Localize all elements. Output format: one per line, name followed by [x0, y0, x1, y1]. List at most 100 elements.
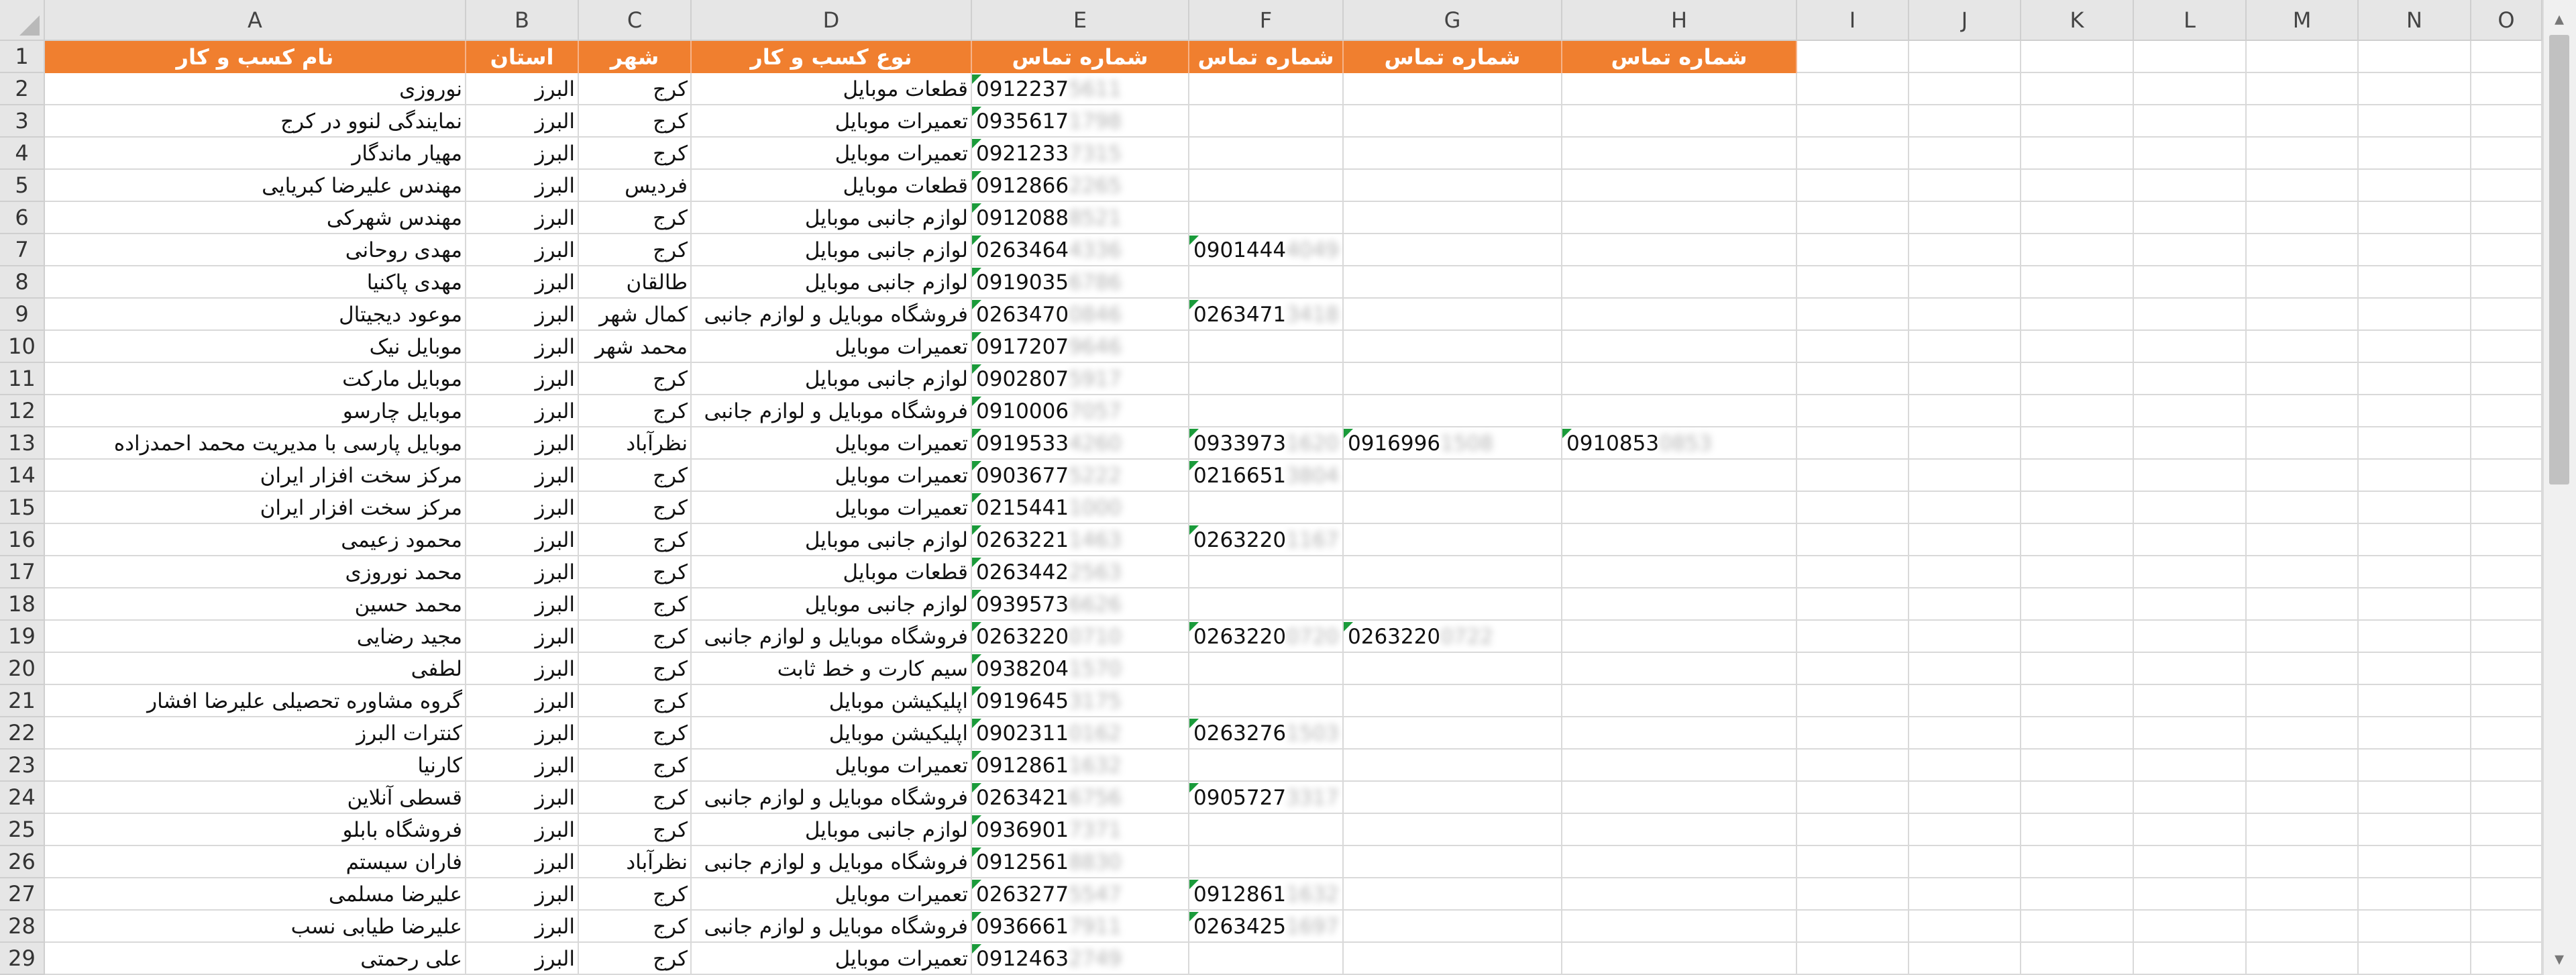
cell-business-type[interactable]: قطعات موبایل — [692, 556, 972, 588]
cell-phone-1[interactable]: 02634422563 — [972, 556, 1189, 588]
cell-business-type[interactable]: لوازم جانبی موبایل — [692, 266, 972, 299]
cell-city[interactable]: کرج — [579, 395, 692, 427]
cell-phone-1[interactable]: 09128611632 — [972, 750, 1189, 782]
row-header-6[interactable]: 6 — [0, 202, 45, 234]
row-header-28[interactable]: 28 — [0, 911, 45, 943]
cell-province[interactable]: البرز — [466, 814, 579, 846]
cell-province[interactable]: البرز — [466, 911, 579, 943]
column-header-f[interactable]: F — [1189, 0, 1344, 41]
cell-phone-1[interactable]: 02632775547 — [972, 878, 1189, 911]
cell-province[interactable]: البرز — [466, 73, 579, 105]
header-phone-3[interactable]: شماره تماس — [1344, 41, 1562, 73]
scroll-up-icon[interactable]: ▴ — [2549, 7, 2569, 31]
cell-city[interactable]: کرج — [579, 363, 692, 395]
cell-city[interactable]: کمال شهر — [579, 299, 692, 331]
cell-phone-1[interactable]: 09036775222 — [972, 460, 1189, 492]
row-header-20[interactable]: 20 — [0, 653, 45, 685]
row-header-22[interactable]: 22 — [0, 717, 45, 750]
row-header-10[interactable]: 10 — [0, 331, 45, 363]
cell-province[interactable]: البرز — [466, 524, 579, 556]
row-header-8[interactable]: 8 — [0, 266, 45, 299]
cell-business-type[interactable]: لوازم جانبی موبایل — [692, 234, 972, 266]
column-header-i[interactable]: I — [1797, 0, 1909, 41]
cell-phone-1[interactable]: 09195334260 — [972, 427, 1189, 460]
cell-business-name[interactable]: مهدی پاکنیا — [45, 266, 466, 299]
cell-phone-1[interactable]: 09124632749 — [972, 943, 1189, 975]
cell-business-name[interactable]: موبایل نیک — [45, 331, 466, 363]
cell-phone-2[interactable]: 09128611632 — [1189, 878, 1344, 911]
cell-city[interactable]: نظرآباد — [579, 427, 692, 460]
row-header-29[interactable]: 29 — [0, 943, 45, 975]
row-header-13[interactable]: 13 — [0, 427, 45, 460]
cell-business-name[interactable]: مهیار ماندگار — [45, 138, 466, 170]
row-header-24[interactable]: 24 — [0, 782, 45, 814]
column-header-b[interactable]: B — [466, 0, 579, 41]
column-header-l[interactable]: L — [2134, 0, 2247, 41]
cell-phone-3[interactable]: 09169961508 — [1344, 427, 1562, 460]
cell-province[interactable]: البرز — [466, 492, 579, 524]
cell-business-name[interactable]: علی رحمتی — [45, 943, 466, 975]
cell-phone-1[interactable]: 09369017371 — [972, 814, 1189, 846]
cell-phone-1[interactable]: 09382041570 — [972, 653, 1189, 685]
cell-province[interactable]: البرز — [466, 588, 579, 621]
cell-business-type[interactable]: تعمیرات موبایل — [692, 138, 972, 170]
cell-city[interactable]: کرج — [579, 750, 692, 782]
cell-province[interactable]: البرز — [466, 750, 579, 782]
row-header-26[interactable]: 26 — [0, 846, 45, 878]
cell-province[interactable]: البرز — [466, 299, 579, 331]
cell-business-name[interactable]: موبایل مارکت — [45, 363, 466, 395]
cell-province[interactable]: البرز — [466, 395, 579, 427]
cell-business-type[interactable]: لوازم جانبی موبایل — [692, 524, 972, 556]
cell-business-type[interactable]: تعمیرات موبایل — [692, 943, 972, 975]
cell-business-name[interactable]: مهدی روحانی — [45, 234, 466, 266]
cell-phone-2[interactable]: 09339731620 — [1189, 427, 1344, 460]
cell-business-type[interactable]: فروشگاه موبایل و لوازم جانبی — [692, 911, 972, 943]
cell-city[interactable]: نظرآباد — [579, 846, 692, 878]
cell-phone-1[interactable]: 09023110162 — [972, 717, 1189, 750]
cell-business-name[interactable]: مرکز سخت افزار ایران — [45, 492, 466, 524]
header-phone-4[interactable]: شماره تماس — [1562, 41, 1797, 73]
cell-province[interactable]: البرز — [466, 621, 579, 653]
cell-city[interactable]: کرج — [579, 138, 692, 170]
cell-province[interactable]: البرز — [466, 556, 579, 588]
cell-phone-1[interactable]: 02154411000 — [972, 492, 1189, 524]
cell-city[interactable]: محمد شهر — [579, 331, 692, 363]
cell-business-type[interactable]: تعمیرات موبایل — [692, 105, 972, 138]
cell-business-name[interactable]: علیرضا مسلمی — [45, 878, 466, 911]
cell-business-name[interactable]: مرکز سخت افزار ایران — [45, 460, 466, 492]
cell-business-type[interactable]: تعمیرات موبایل — [692, 750, 972, 782]
cell-business-name[interactable]: فاران سیستم — [45, 846, 466, 878]
cell-business-name[interactable]: علیرضا طیابی نسب — [45, 911, 466, 943]
cell-province[interactable]: البرز — [466, 653, 579, 685]
header-phone-1[interactable]: شماره تماس — [972, 41, 1189, 73]
select-all-corner[interactable] — [0, 0, 45, 41]
cell-business-name[interactable]: فروشگاه بابلو — [45, 814, 466, 846]
cell-province[interactable]: البرز — [466, 331, 579, 363]
cell-province[interactable]: البرز — [466, 138, 579, 170]
cell-city[interactable]: کرج — [579, 556, 692, 588]
header-city[interactable]: شهر — [579, 41, 692, 73]
column-header-a[interactable]: A — [45, 0, 466, 41]
cell-city[interactable]: کرج — [579, 202, 692, 234]
row-header-7[interactable]: 7 — [0, 234, 45, 266]
cell-business-name[interactable]: لطفی — [45, 653, 466, 685]
cell-business-type[interactable]: اپلیکیشن موبایل — [692, 717, 972, 750]
row-header-2[interactable]: 2 — [0, 73, 45, 105]
row-header-12[interactable]: 12 — [0, 395, 45, 427]
row-header-3[interactable]: 3 — [0, 105, 45, 138]
cell-phone-1[interactable]: 09125618830 — [972, 846, 1189, 878]
cell-province[interactable]: البرز — [466, 460, 579, 492]
cell-phone-4[interactable]: 09108530853 — [1562, 427, 1797, 460]
cell-business-name[interactable]: نمایندگی لنوو در کرج — [45, 105, 466, 138]
cell-phone-2[interactable]: 02632200720 — [1189, 621, 1344, 653]
row-header-19[interactable]: 19 — [0, 621, 45, 653]
header-business-name[interactable]: نام کسب و کار — [45, 41, 466, 73]
cell-business-name[interactable]: محمد نوروزی — [45, 556, 466, 588]
cell-city[interactable]: کرج — [579, 782, 692, 814]
row-header-17[interactable]: 17 — [0, 556, 45, 588]
row-header-11[interactable]: 11 — [0, 363, 45, 395]
cell-phone-1[interactable]: 09196453175 — [972, 685, 1189, 717]
cell-city[interactable]: کرج — [579, 460, 692, 492]
cell-business-name[interactable]: کارنیا — [45, 750, 466, 782]
cell-business-type[interactable]: تعمیرات موبایل — [692, 492, 972, 524]
